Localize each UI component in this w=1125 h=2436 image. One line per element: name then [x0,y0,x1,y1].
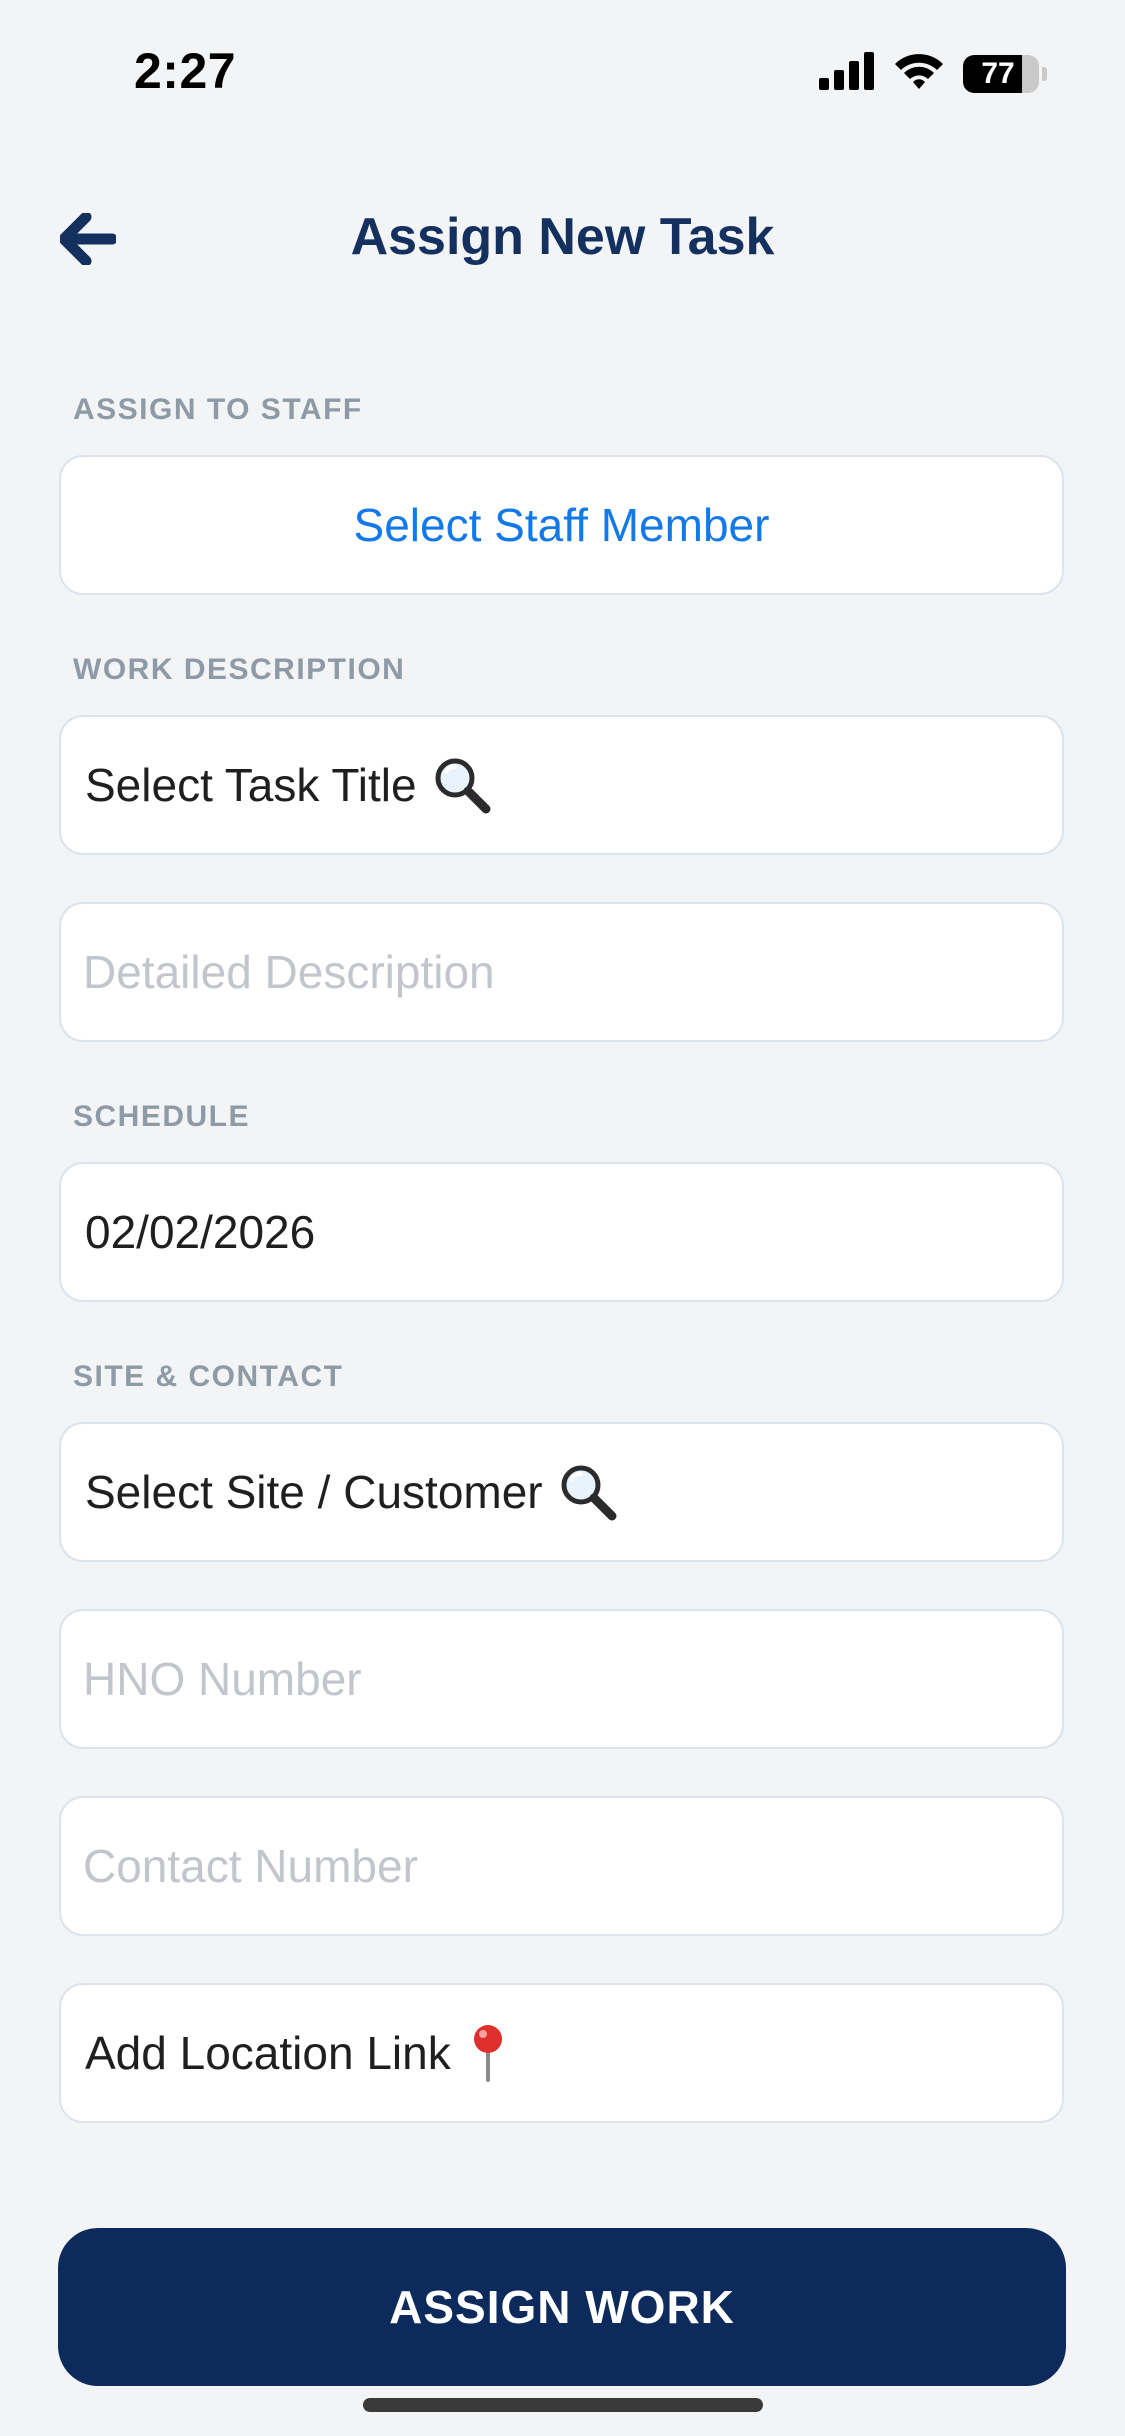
pushpin-icon [465,2022,511,2084]
section-label-work: WORK DESCRIPTION [73,653,406,686]
hno-field[interactable] [59,1609,1064,1749]
status-icons: 77 [819,52,1047,95]
header: Assign New Task [0,195,1125,285]
magnifier-icon [557,1461,619,1523]
battery-icon: 77 [963,54,1039,93]
site-select-label: Select Site / Customer [85,1466,543,1518]
location-link-label: Add Location Link [85,2027,451,2079]
section-label-site: SITE & CONTACT [73,1360,344,1393]
staff-select[interactable]: Select Staff Member [59,455,1064,595]
task-title-label: Select Task Title [85,759,417,811]
location-link-field[interactable]: Add Location Link [59,1983,1064,2123]
cellular-signal-icon [819,52,875,95]
battery-percent: 77 [981,56,1015,90]
home-indicator [363,2398,763,2412]
date-value: 02/02/2026 [85,1206,316,1258]
assign-work-button[interactable]: ASSIGN WORK [58,2228,1066,2386]
battery-tip [1042,66,1047,81]
battery-indicator: 77 [963,54,1047,93]
contact-input[interactable] [83,1839,1062,1893]
date-field[interactable]: 02/02/2026 [59,1162,1064,1302]
status-time: 2:27 [134,43,237,99]
magnifier-icon [431,754,493,816]
contact-field[interactable] [59,1796,1064,1936]
task-title-select[interactable]: Select Task Title [59,715,1064,855]
page-title: Assign New Task [350,208,775,266]
staff-select-label: Select Staff Member [353,499,770,551]
wifi-icon [893,52,945,95]
description-field[interactable] [59,902,1064,1042]
hno-input[interactable] [83,1652,1062,1706]
description-input[interactable] [83,945,1062,999]
status-bar: 2:27 77 [0,0,1125,150]
site-select[interactable]: Select Site / Customer [59,1422,1064,1562]
section-label-schedule: SCHEDULE [73,1100,251,1133]
section-label-staff: ASSIGN TO STAFF [73,393,363,426]
